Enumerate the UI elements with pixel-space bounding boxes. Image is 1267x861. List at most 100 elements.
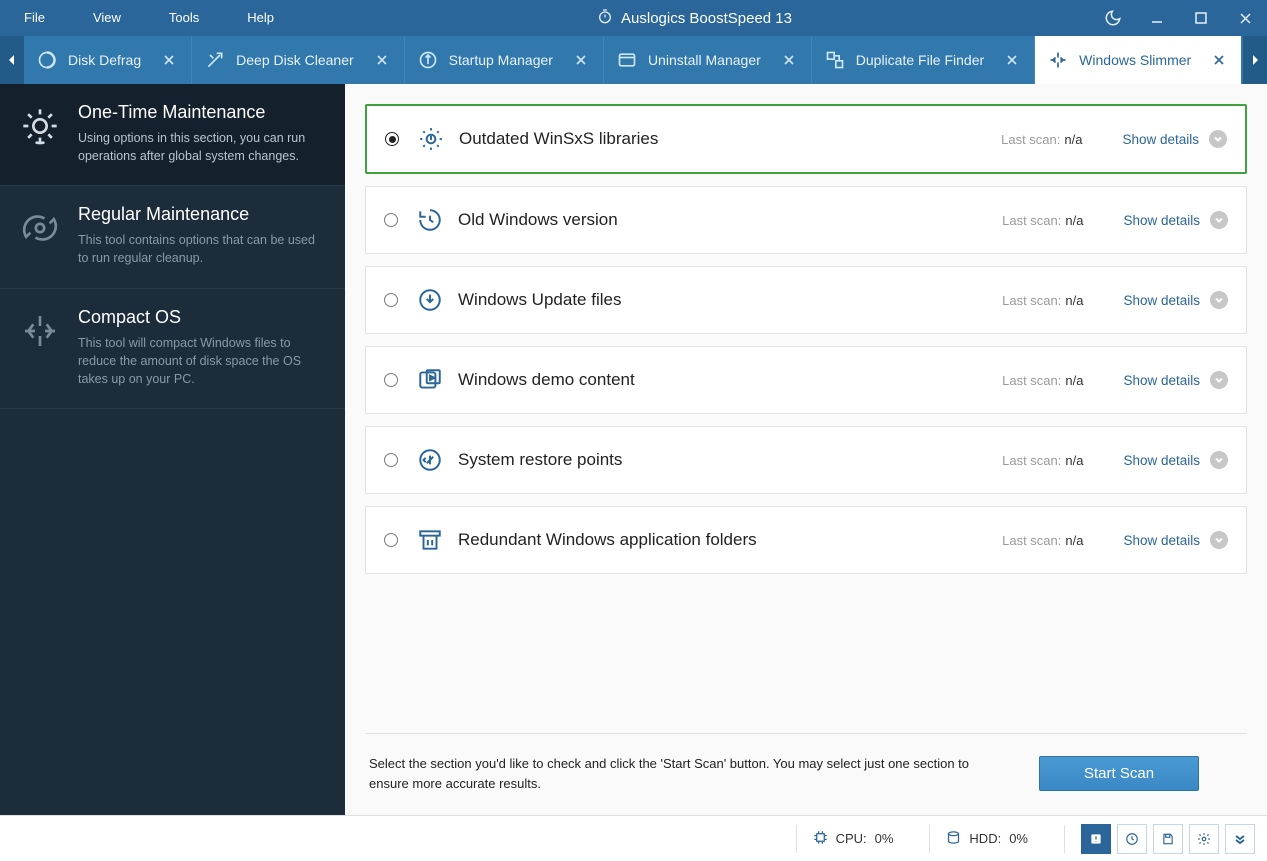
sidebar-item-compact-os[interactable]: Compact OSThis tool will compact Windows…: [0, 289, 345, 409]
sidebar-item-desc: This tool contains options that can be u…: [78, 231, 327, 267]
status-settings-button[interactable]: [1189, 824, 1219, 854]
scan-option-windows-update-files[interactable]: Windows Update filesLast scan:n/aShow de…: [365, 266, 1247, 334]
menu-view[interactable]: View: [69, 0, 145, 36]
last-scan-label: Last scan:: [1001, 132, 1060, 147]
scan-option-windows-demo-content[interactable]: Windows demo contentLast scan:n/aShow de…: [365, 346, 1247, 414]
show-details-link[interactable]: Show details: [1123, 293, 1200, 308]
sidebar-item-icon: [18, 102, 62, 165]
status-expand-button[interactable]: [1225, 824, 1255, 854]
cpu-icon: [813, 830, 828, 848]
scan-option-outdated-winsxs-libraries[interactable]: Outdated WinSxS librariesLast scan:n/aSh…: [365, 104, 1247, 174]
sidebar-item-title: Compact OS: [78, 307, 327, 328]
radio-icon[interactable]: [384, 533, 398, 547]
chevron-down-icon[interactable]: [1210, 531, 1228, 549]
tab-close-icon[interactable]: [573, 52, 589, 68]
option-icon: [416, 526, 444, 554]
option-title: Outdated WinSxS libraries: [459, 129, 1001, 149]
tab-close-icon[interactable]: [374, 52, 390, 68]
menu-help[interactable]: Help: [223, 0, 298, 36]
scan-options-list: Outdated WinSxS librariesLast scan:n/aSh…: [365, 104, 1247, 733]
start-scan-button[interactable]: Start Scan: [1039, 756, 1199, 791]
radio-icon[interactable]: [385, 132, 399, 146]
option-title: System restore points: [458, 450, 1002, 470]
show-details-link[interactable]: Show details: [1123, 453, 1200, 468]
tab-windows-slimmer[interactable]: Windows Slimmer: [1035, 36, 1241, 84]
hdd-label: HDD:: [969, 831, 1001, 846]
option-icon: [417, 125, 445, 153]
theme-toggle-icon[interactable]: [1091, 0, 1135, 36]
last-scan-value: n/a: [1065, 213, 1083, 228]
tab-deep-disk-cleaner[interactable]: Deep Disk Cleaner: [192, 36, 405, 84]
tab-duplicate-file-finder[interactable]: Duplicate File Finder: [812, 36, 1035, 84]
menu-tools[interactable]: Tools: [145, 0, 223, 36]
scan-option-old-windows-version[interactable]: Old Windows versionLast scan:n/aShow det…: [365, 186, 1247, 254]
last-scan-label: Last scan:: [1002, 373, 1061, 388]
sidebar-item-one-time-maintenance[interactable]: One-Time MaintenanceUsing options in thi…: [0, 84, 345, 186]
last-scan-label: Last scan:: [1002, 453, 1061, 468]
tab-icon: [417, 49, 439, 71]
main: One-Time MaintenanceUsing options in thi…: [0, 84, 1267, 815]
hdd-icon: [946, 830, 961, 848]
radio-icon[interactable]: [384, 373, 398, 387]
tab-startup-manager[interactable]: Startup Manager: [405, 36, 604, 84]
status-save-button[interactable]: [1153, 824, 1183, 854]
chevron-down-icon[interactable]: [1210, 211, 1228, 229]
status-alert-button[interactable]: [1081, 824, 1111, 854]
titlebar: File View Tools Help Auslogics BoostSpee…: [0, 0, 1267, 36]
radio-icon[interactable]: [384, 213, 398, 227]
tab-close-icon[interactable]: [781, 52, 797, 68]
scan-option-redundant-windows-application-folders[interactable]: Redundant Windows application foldersLas…: [365, 506, 1247, 574]
tab-icon: [1047, 49, 1069, 71]
chevron-down-icon[interactable]: [1210, 371, 1228, 389]
option-title: Old Windows version: [458, 210, 1002, 230]
show-details-link[interactable]: Show details: [1123, 533, 1200, 548]
show-details-link[interactable]: Show details: [1122, 132, 1199, 147]
option-icon: [416, 446, 444, 474]
radio-icon[interactable]: [384, 453, 398, 467]
close-button[interactable]: [1223, 0, 1267, 36]
tab-label: Deep Disk Cleaner: [236, 52, 354, 68]
menu-file[interactable]: File: [0, 0, 69, 36]
tabs-scroll-right[interactable]: [1243, 36, 1267, 84]
app-title-text: Auslogics BoostSpeed 13: [621, 10, 792, 27]
main-menu: File View Tools Help: [0, 0, 298, 36]
content-footer: Select the section you'd like to check a…: [365, 733, 1247, 815]
sidebar-item-title: Regular Maintenance: [78, 204, 327, 225]
last-scan-label: Last scan:: [1002, 293, 1061, 308]
tab-close-icon[interactable]: [1211, 52, 1227, 68]
app-title: Auslogics BoostSpeed 13: [298, 8, 1091, 28]
option-icon: [416, 206, 444, 234]
sidebar-item-regular-maintenance[interactable]: Regular Maintenance This tool contains op…: [0, 186, 345, 288]
tab-disk-defrag[interactable]: Disk Defrag: [24, 36, 192, 84]
tab-label: Disk Defrag: [68, 52, 141, 68]
tab-close-icon[interactable]: [161, 52, 177, 68]
option-icon: [416, 366, 444, 394]
option-title: Windows demo content: [458, 370, 1002, 390]
status-cpu: CPU: 0%: [813, 830, 914, 848]
tab-label: Startup Manager: [449, 52, 553, 68]
tabs-scroll-left[interactable]: [0, 36, 24, 84]
tab-icon: [204, 49, 226, 71]
chevron-down-icon[interactable]: [1210, 291, 1228, 309]
scan-option-system-restore-points[interactable]: System restore pointsLast scan:n/aShow d…: [365, 426, 1247, 494]
tab-label: Uninstall Manager: [648, 52, 761, 68]
chevron-down-icon[interactable]: [1209, 130, 1227, 148]
radio-icon[interactable]: [384, 293, 398, 307]
tab-close-icon[interactable]: [1004, 52, 1020, 68]
sidebar-item-icon: [18, 307, 62, 388]
chevron-down-icon[interactable]: [1210, 451, 1228, 469]
last-scan-label: Last scan:: [1002, 533, 1061, 548]
last-scan-value: n/a: [1065, 293, 1083, 308]
minimize-button[interactable]: [1135, 0, 1179, 36]
tab-icon: [36, 49, 58, 71]
option-title: Redundant Windows application folders: [458, 530, 1002, 550]
tab-label: Duplicate File Finder: [856, 52, 984, 68]
maximize-button[interactable]: [1179, 0, 1223, 36]
show-details-link[interactable]: Show details: [1123, 373, 1200, 388]
stopwatch-icon: [597, 8, 613, 28]
status-clock-button[interactable]: [1117, 824, 1147, 854]
content: Outdated WinSxS librariesLast scan:n/aSh…: [345, 84, 1267, 815]
tab-uninstall-manager[interactable]: Uninstall Manager: [604, 36, 812, 84]
show-details-link[interactable]: Show details: [1123, 213, 1200, 228]
sidebar-item-icon: [18, 204, 62, 267]
